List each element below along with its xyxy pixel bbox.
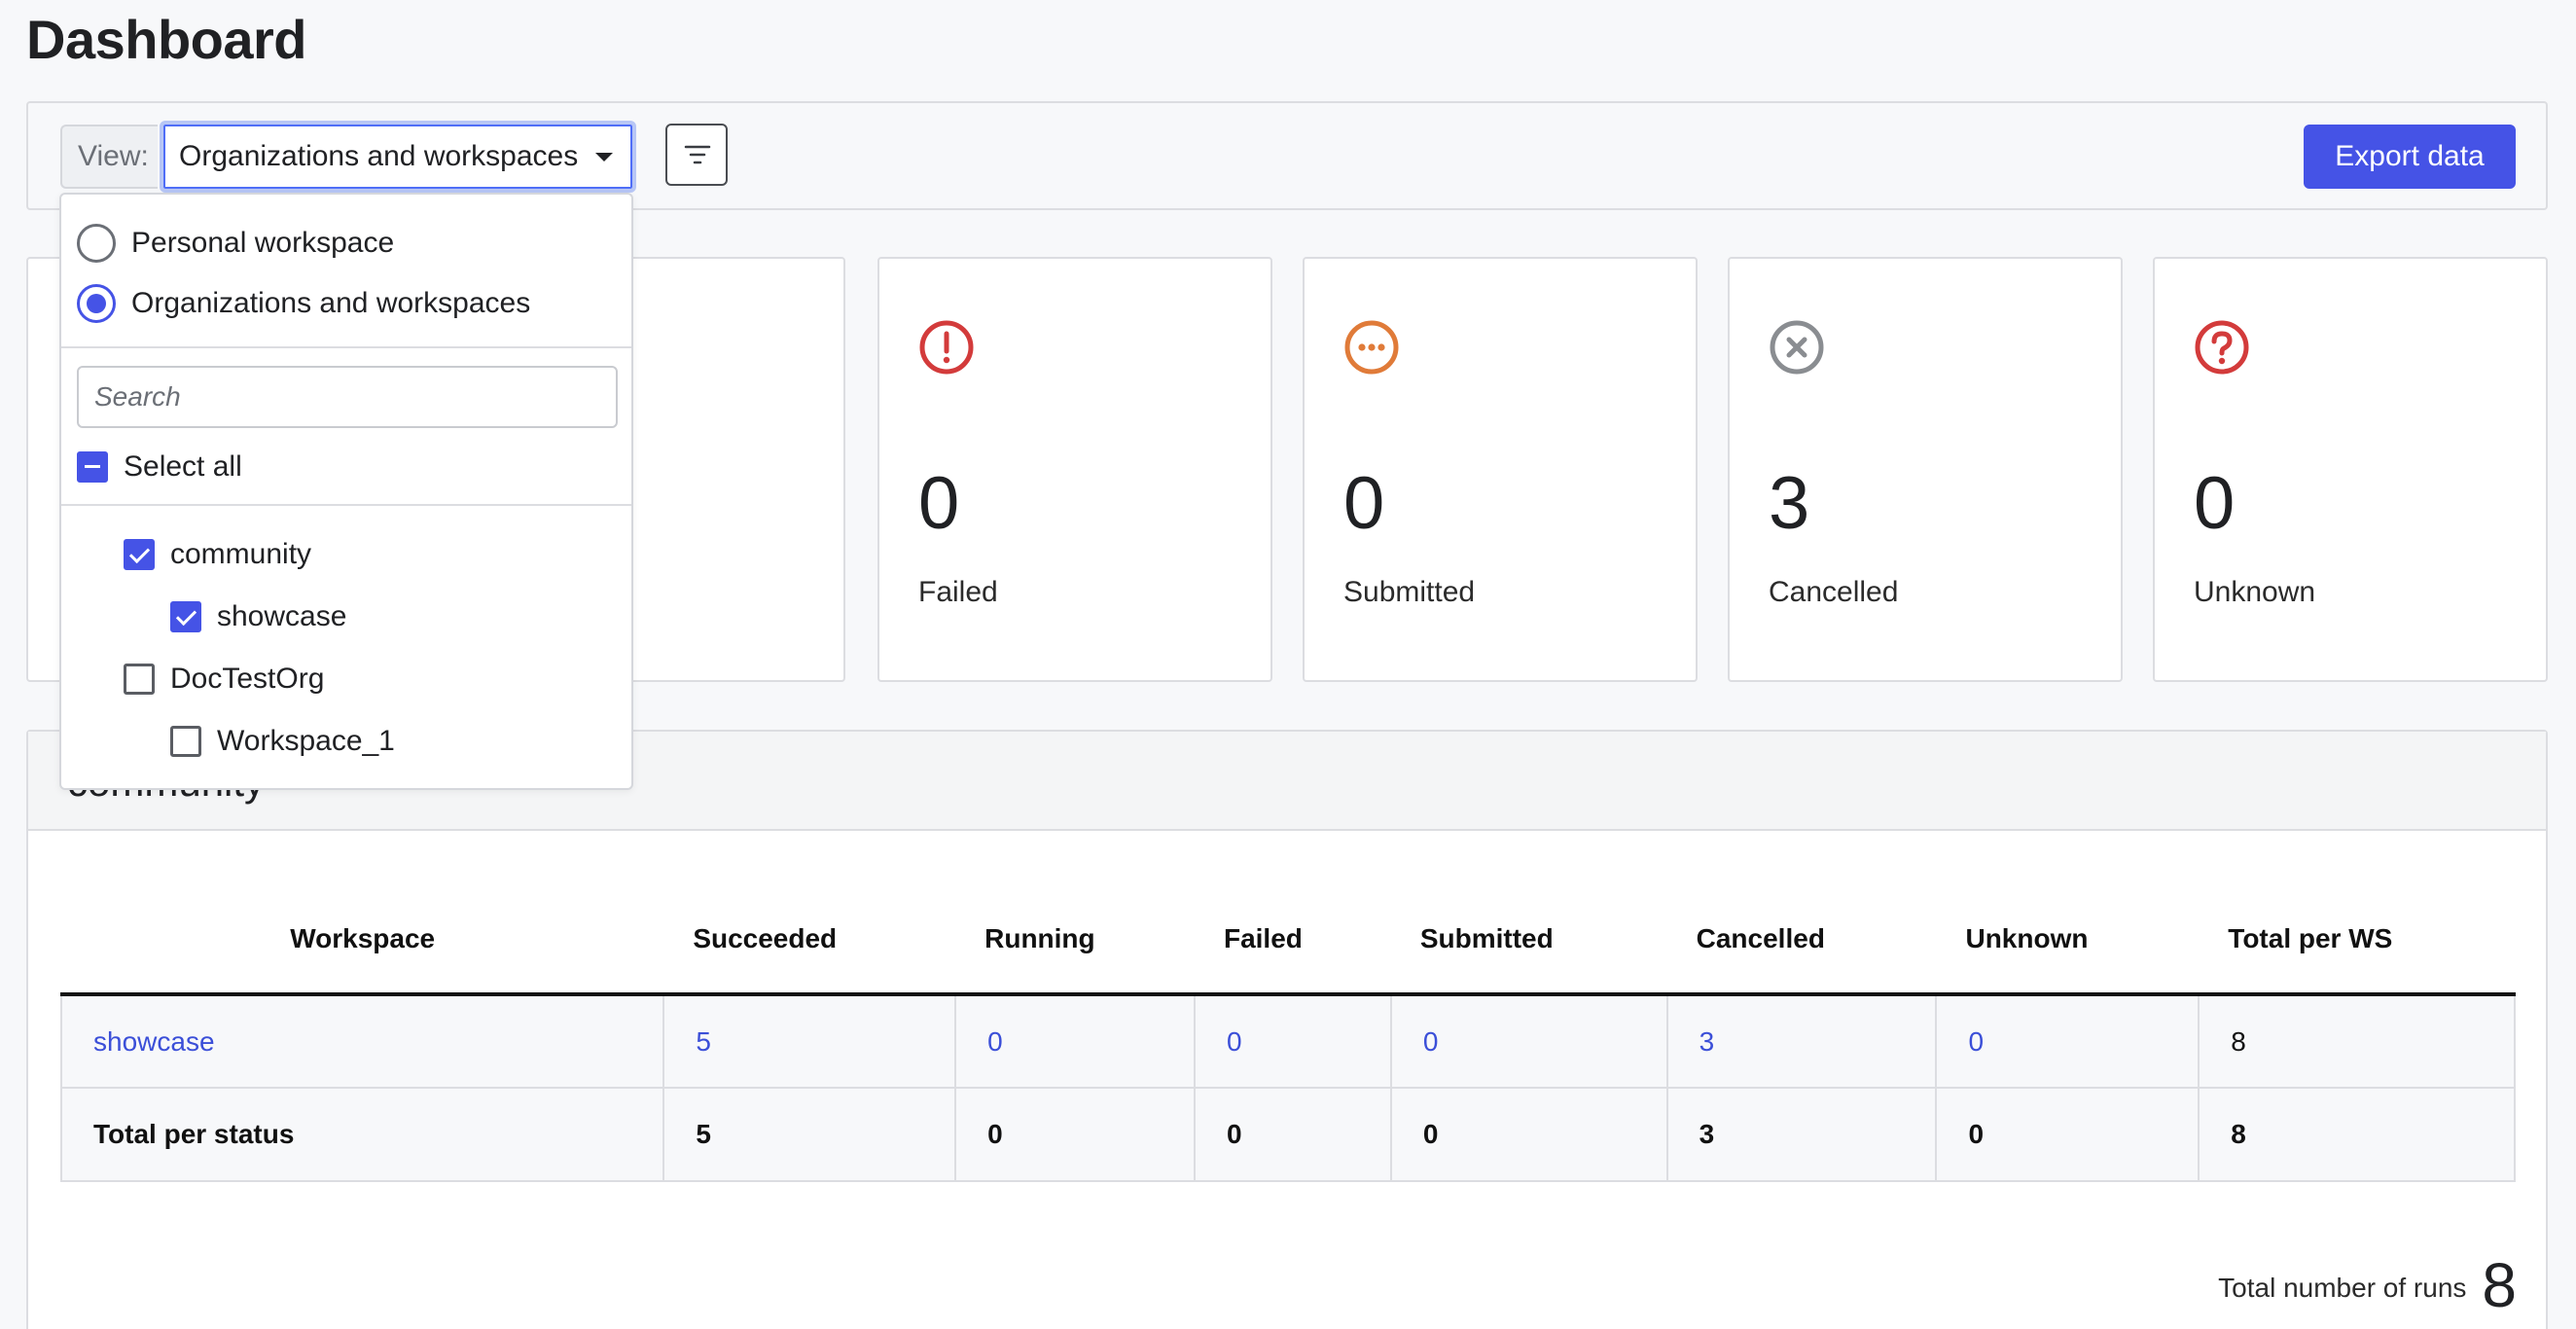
checkbox-checked-icon (124, 539, 155, 570)
cancelled-link[interactable]: 3 (1665, 993, 1938, 1089)
total-cell: Total per status (59, 1087, 665, 1182)
checkbox-checked-icon (170, 601, 201, 632)
view-dropdown-menu: Personal workspace Organizations and wor… (59, 193, 633, 790)
divider (61, 504, 631, 506)
total-cell: 0 (1935, 1087, 2200, 1182)
exclamation-circle-icon (919, 320, 974, 375)
filter-icon (684, 145, 711, 164)
succeeded-link[interactable]: 5 (662, 993, 957, 1089)
total-cell: 0 (954, 1087, 1196, 1182)
column-header: Unknown (1936, 885, 2200, 996)
checkbox-workspace-1[interactable]: Workspace_1 (170, 720, 395, 763)
column-header: Succeeded (663, 885, 956, 996)
total-row: Total per status 5 0 0 0 3 0 8 (59, 1087, 2516, 1182)
checkbox-label: Select all (124, 450, 242, 483)
checkbox-showcase[interactable]: showcase (170, 595, 346, 638)
question-circle-icon (2195, 320, 2249, 375)
cancelled-label: Cancelled (1769, 576, 1899, 608)
total-per-ws-cell: 8 (2198, 993, 2516, 1089)
column-header: Workspace (61, 885, 664, 996)
checkbox-community[interactable]: community (124, 533, 311, 576)
total-cell: 0 (1193, 1087, 1392, 1182)
status-card-submitted: 0 Submitted (1303, 257, 1698, 682)
table-row: showcase 5 0 0 0 3 0 8 (59, 993, 2516, 1089)
unknown-label: Unknown (2194, 576, 2316, 608)
checkbox-label: community (170, 538, 312, 570)
search-input[interactable] (77, 366, 618, 428)
total-cell: 0 (1389, 1087, 1668, 1182)
checkbox-label: DocTestOrg (170, 663, 325, 695)
submitted-label: Submitted (1343, 576, 1476, 608)
submitted-link[interactable]: 0 (1389, 993, 1668, 1089)
radio-label: Organizations and workspaces (131, 287, 531, 319)
checkbox-unchecked-icon (170, 726, 201, 757)
radio-organizations-and-workspaces[interactable]: Organizations and workspaces (77, 282, 530, 325)
unknown-count: 0 (2194, 462, 2236, 545)
radio-icon (77, 224, 116, 263)
failed-count: 0 (918, 462, 960, 545)
total-runs-label: Total number of runs (2218, 1273, 2467, 1303)
checkbox-label: showcase (217, 600, 347, 632)
caret-down-icon (595, 153, 613, 162)
ellipsis-circle-icon (1344, 320, 1399, 375)
checkbox-doctestorg[interactable]: DocTestOrg (124, 658, 324, 700)
total-runs: Total number of runs 8 (2218, 1249, 2517, 1321)
total-cell: 8 (2198, 1087, 2516, 1182)
runs-table: Workspace Succeeded Running Failed Submi… (59, 885, 2516, 1182)
checkbox-unchecked-icon (124, 664, 155, 695)
status-card-unknown: 0 Unknown (2153, 257, 2548, 682)
radio-selected-icon (77, 284, 116, 323)
organization-panel: community Workspace Succeeded Running Fa… (26, 730, 2548, 1329)
total-cell: 3 (1665, 1087, 1938, 1182)
status-card-cancelled: 3 Cancelled (1728, 257, 2123, 682)
total-cell: 5 (662, 1087, 957, 1182)
export-data-button[interactable]: Export data (2304, 125, 2516, 189)
column-header: Total per WS (2199, 885, 2515, 996)
radio-personal-workspace[interactable]: Personal workspace (77, 222, 394, 265)
submitted-count: 0 (1343, 462, 1385, 545)
select-all-checkbox[interactable]: Select all (77, 446, 242, 488)
cancelled-count: 3 (1769, 462, 1810, 545)
workspace-link[interactable]: showcase (59, 993, 665, 1089)
view-select[interactable]: Organizations and workspaces (160, 121, 636, 193)
x-circle-icon (1770, 320, 1824, 375)
table-header-row: Workspace Succeeded Running Failed Submi… (61, 885, 2515, 996)
divider (61, 346, 631, 348)
column-header: Running (955, 885, 1195, 996)
failed-link[interactable]: 0 (1193, 993, 1392, 1089)
checkbox-label: Workspace_1 (217, 725, 395, 757)
unknown-link[interactable]: 0 (1935, 993, 2200, 1089)
view-select-value: Organizations and workspaces (179, 140, 579, 172)
radio-label: Personal workspace (131, 227, 395, 259)
filter-button[interactable] (665, 124, 728, 186)
view-label: View: (60, 125, 158, 189)
column-header: Cancelled (1666, 885, 1937, 996)
checkbox-indeterminate-icon (77, 451, 108, 483)
total-runs-value: 8 (2482, 1250, 2517, 1320)
page-title: Dashboard (26, 9, 307, 70)
status-card-failed: 0 Failed (877, 257, 1272, 682)
running-link[interactable]: 0 (954, 993, 1196, 1089)
column-header: Failed (1194, 885, 1391, 996)
failed-label: Failed (918, 576, 998, 608)
column-header: Submitted (1390, 885, 1667, 996)
